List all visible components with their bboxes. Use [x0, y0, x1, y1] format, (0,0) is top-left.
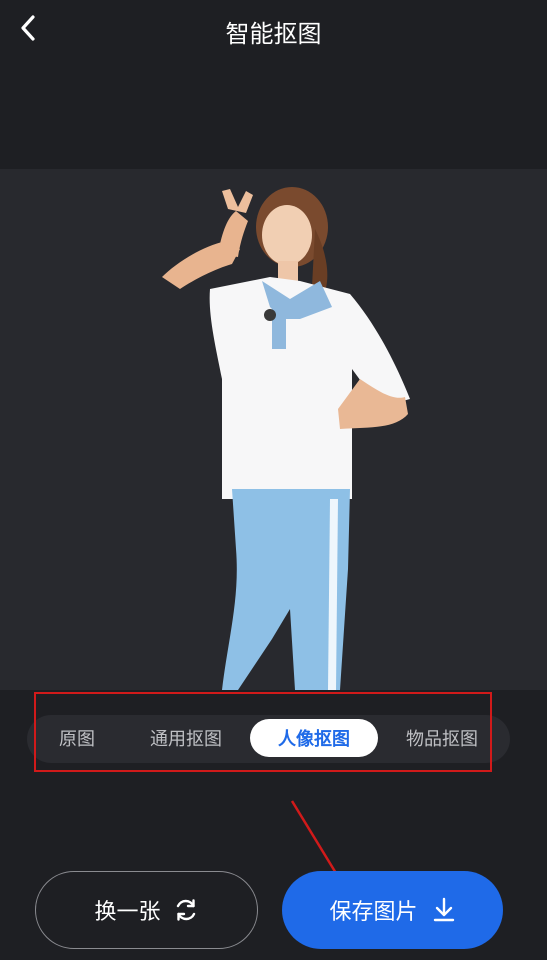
- tab-general-cutout[interactable]: 通用抠图: [132, 719, 240, 757]
- tab-original[interactable]: 原图: [38, 719, 116, 757]
- change-image-label: 换一张: [94, 900, 161, 925]
- download-icon: [432, 897, 456, 923]
- refresh-icon: [173, 897, 199, 923]
- tab-object-cutout[interactable]: 物品抠图: [388, 719, 496, 757]
- tab-portrait-cutout[interactable]: 人像抠图: [250, 719, 378, 757]
- save-image-label: 保存图片: [329, 900, 418, 925]
- page-title: 智能抠图: [225, 20, 322, 48]
- cutout-person-image: [162, 187, 410, 690]
- header-bar: 智能抠图: [0, 0, 547, 60]
- save-image-button[interactable]: 保存图片: [282, 871, 503, 949]
- app-screen: 智能抠图 原图 通用抠图 人像抠图 物品抠图 换一张 保存图片: [0, 0, 547, 960]
- image-preview: [0, 169, 547, 690]
- change-image-button[interactable]: 换一张: [35, 871, 258, 949]
